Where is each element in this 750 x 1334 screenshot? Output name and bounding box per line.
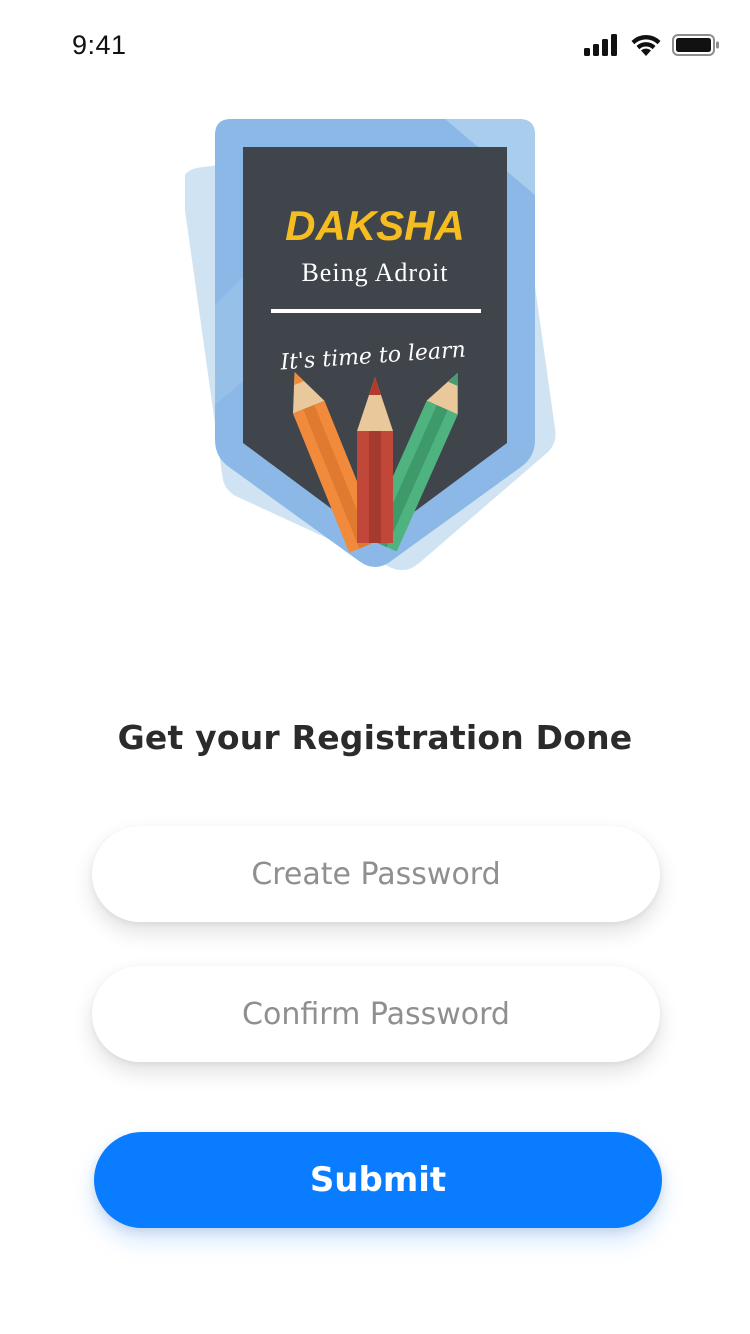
registration-screen: 9:41 DAKSHA Being Adroit It's time to le… xyxy=(0,0,750,1334)
confirm-password-field xyxy=(92,966,660,1062)
cellular-signal-icon xyxy=(584,34,617,56)
confirm-password-input[interactable] xyxy=(92,966,660,1062)
status-bar: 9:41 xyxy=(0,0,750,90)
page-title: Get your Registration Done xyxy=(117,718,633,757)
status-time: 9:41 xyxy=(72,30,127,60)
wifi-icon xyxy=(631,34,661,56)
create-password-input[interactable] xyxy=(92,826,660,922)
status-icons xyxy=(584,33,720,57)
create-password-field xyxy=(92,826,660,922)
logo-tagline: Being Adroit xyxy=(301,258,448,287)
daksha-logo: DAKSHA Being Adroit It's time to learn xyxy=(185,119,556,571)
logo-brand: DAKSHA xyxy=(285,202,465,249)
battery-icon xyxy=(672,34,719,56)
submit-button[interactable]: Submit xyxy=(94,1132,662,1228)
